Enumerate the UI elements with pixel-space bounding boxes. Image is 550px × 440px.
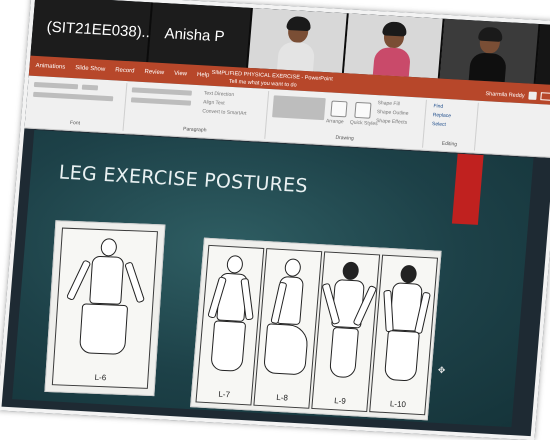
participant-name-1: (SIT21EE038)... xyxy=(46,18,155,41)
align-text-button[interactable]: Align Text xyxy=(203,99,225,106)
paragraph-group-label: Paragraph xyxy=(182,126,207,134)
posture-panel-l7: L-7 xyxy=(195,244,265,406)
posture-panel-l10: L-10 xyxy=(369,254,439,416)
slide-title[interactable]: LEG EXERCISE POSTURES xyxy=(58,161,309,197)
user-name[interactable]: Sharmila Reddy xyxy=(485,91,525,99)
participant-video-4[interactable] xyxy=(343,13,445,79)
side-kneeling-figure-icon xyxy=(259,257,319,379)
arrange-button[interactable]: Arrange xyxy=(326,118,344,125)
participant-tile-2[interactable]: Anisha P xyxy=(148,2,253,68)
posture-panel-l6: L-6 xyxy=(51,227,158,389)
user-avatar-icon[interactable] xyxy=(528,91,537,100)
paragraph-group: Text Direction Align Text Convert to Sma… xyxy=(124,83,270,139)
font-size-dropdown[interactable] xyxy=(81,84,99,91)
shapes-gallery[interactable] xyxy=(272,95,326,121)
font-group: Font xyxy=(26,77,128,131)
back-view-figure-icon xyxy=(375,264,435,386)
participant-name-2: Anisha P xyxy=(163,24,226,45)
posture-panel-l8: L-8 xyxy=(253,248,323,409)
quick-styles-button[interactable]: Quick Styles xyxy=(350,120,378,128)
participant-tile-1[interactable]: (SIT21EE038)... xyxy=(30,0,155,63)
participant-avatar xyxy=(275,15,319,72)
tab-help[interactable]: Help xyxy=(197,72,210,79)
text-direction-button[interactable]: Text Direction xyxy=(204,90,235,98)
font-name-dropdown[interactable] xyxy=(33,81,79,90)
posture-label-l9: L-9 xyxy=(333,396,347,406)
arrange-icon[interactable] xyxy=(330,100,348,118)
posture-image-l6[interactable]: L-6 xyxy=(44,220,166,397)
find-button[interactable]: Find xyxy=(433,103,443,110)
shape-outline-button[interactable]: Shape Outline xyxy=(377,109,409,117)
convert-smartart-button[interactable]: Convert to SmartArt xyxy=(202,108,247,116)
ribbon-display-options-icon[interactable] xyxy=(540,92,550,101)
shape-effects-button[interactable]: Shape Effects xyxy=(376,118,407,126)
tab-animations[interactable]: Animations xyxy=(35,63,65,71)
posture-image-group[interactable]: L-7 L-8 L-9 L-10 xyxy=(190,237,442,421)
posture-panel-l9: L-9 xyxy=(311,251,381,413)
drawing-group: Arrange Quick Styles Shape Fill Shape Ou… xyxy=(266,91,427,148)
tab-record[interactable]: Record xyxy=(115,67,135,74)
font-format-buttons[interactable] xyxy=(33,91,114,102)
ribbon-tabs: Animations Slide Show Record Review View… xyxy=(35,63,209,79)
replace-button[interactable]: Replace xyxy=(432,112,451,119)
standing-figure-icon xyxy=(201,254,261,376)
back-view-figure-icon xyxy=(317,260,378,382)
participant-video-3[interactable] xyxy=(248,7,349,74)
posture-label-l6: L-6 xyxy=(94,372,107,383)
mouse-cursor-icon: ✥ xyxy=(437,364,446,376)
editing-group-label: Editing xyxy=(441,140,458,148)
photographed-screen: (SIT21EE038)... Anisha P Animations Slid… xyxy=(0,0,550,440)
select-button[interactable]: Select xyxy=(432,121,446,128)
posture-label-l10: L-10 xyxy=(389,399,407,410)
font-group-label: Font xyxy=(69,119,81,127)
slide-canvas[interactable]: LEG EXERCISE POSTURES L-6 L-7 L-8 L-9 L-… xyxy=(12,129,534,428)
kneeling-figure-icon xyxy=(65,237,146,359)
posture-label-l8: L-8 xyxy=(275,392,289,403)
list-buttons[interactable] xyxy=(131,87,192,96)
shape-fill-button[interactable]: Shape Fill xyxy=(377,100,400,107)
tab-slide-show[interactable]: Slide Show xyxy=(75,65,105,73)
posture-label-l7: L-7 xyxy=(218,389,231,400)
editing-group: Find Replace Select Editing xyxy=(424,99,479,151)
participant-avatar xyxy=(371,21,415,77)
participant-avatar xyxy=(467,26,511,83)
tab-review[interactable]: Review xyxy=(144,69,164,76)
accent-bar xyxy=(451,153,484,225)
participant-video-5[interactable] xyxy=(439,18,541,84)
align-buttons[interactable] xyxy=(130,97,192,106)
tab-view[interactable]: View xyxy=(174,71,187,78)
quick-styles-icon[interactable] xyxy=(354,101,372,119)
